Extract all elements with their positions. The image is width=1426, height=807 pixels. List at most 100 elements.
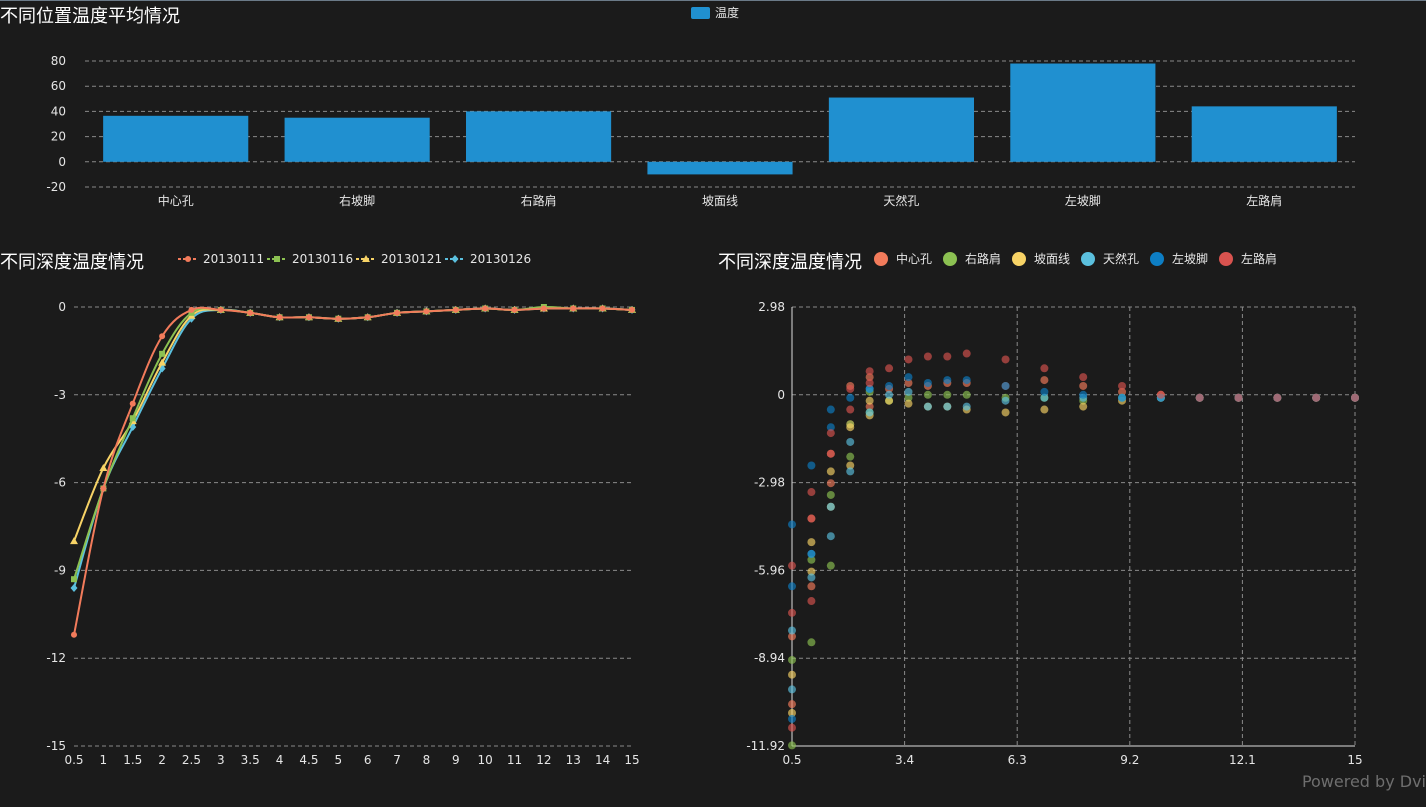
scatter-point [943, 402, 952, 411]
scatter-point [807, 638, 816, 647]
scatter-point [1156, 390, 1165, 399]
scatter-point [1001, 408, 1010, 417]
scatter-point [826, 532, 835, 541]
scatter-point [1118, 393, 1127, 402]
scatter-point [846, 437, 855, 446]
scatter-point [1079, 373, 1088, 382]
scatter-point [962, 349, 971, 358]
x-tick-label: 12.1 [1229, 753, 1256, 767]
scatter-point [846, 384, 855, 393]
scatter-point [1351, 393, 1359, 402]
scatter-point [1001, 381, 1010, 390]
scatter-point [788, 582, 796, 591]
scatter-point [846, 393, 855, 402]
scatter-point [788, 561, 796, 570]
scatter-point [904, 387, 913, 396]
scatter-point [826, 479, 835, 488]
scatter-point [865, 396, 874, 405]
legend-marker [1081, 252, 1095, 266]
scatter-point [962, 376, 971, 385]
scatter-point [788, 670, 796, 679]
scatter-point [923, 390, 932, 399]
scatter-point [1040, 364, 1049, 373]
legend-marker [1219, 252, 1233, 266]
scatter-point [826, 561, 835, 570]
scatter-point [807, 597, 816, 606]
scatter-point [1118, 381, 1127, 390]
y-tick-label: -5.96 [754, 563, 785, 577]
scatter-point [826, 467, 835, 476]
scatter-point [788, 626, 796, 635]
scatter-point [943, 376, 952, 385]
scatter-point [1040, 376, 1049, 385]
scatter-point [1079, 402, 1088, 411]
scatter-point [1040, 405, 1049, 414]
scatter-point [807, 582, 816, 591]
y-tick-label: 2.98 [758, 300, 785, 314]
x-tick-label: 3.4 [895, 753, 914, 767]
scatter-point [962, 402, 971, 411]
scatter-point [807, 549, 816, 558]
scatter-point [865, 408, 874, 417]
legend-marker [874, 252, 888, 266]
scatter-point [826, 429, 835, 438]
scatter-point [885, 381, 894, 390]
scatter-point [788, 700, 796, 709]
scatter-point [923, 402, 932, 411]
y-tick-label: -11.92 [746, 739, 785, 753]
scatter-point [788, 723, 796, 732]
scatter-point [1001, 396, 1010, 405]
x-tick-label: 15 [1347, 753, 1362, 767]
scatter-point [807, 461, 816, 470]
scatter-point [904, 399, 913, 408]
scatter-point [943, 390, 952, 399]
scatter-point [865, 379, 874, 388]
scatter-point [846, 452, 855, 461]
scatter-point [865, 367, 874, 376]
legend-label: 右路肩 [965, 251, 1001, 266]
x-tick-label: 9.2 [1120, 753, 1139, 767]
scatter-point [962, 390, 971, 399]
scatter-point [826, 449, 835, 458]
scatter-point [846, 467, 855, 476]
scatter-point [1234, 393, 1243, 402]
scatter-point [904, 355, 913, 364]
scatter-point [1040, 387, 1049, 396]
scatter-point [826, 405, 835, 414]
scatter-point [788, 685, 796, 694]
scatter-point [788, 520, 796, 529]
legend-label: 左坡脚 [1172, 251, 1208, 266]
y-tick-label: -2.98 [754, 476, 785, 490]
scatter-point [846, 405, 855, 414]
scatter-chart: -11.92 -8.94 -5.96 -2.98 0 2.98 0.5 3.4 6.3 9.2 12… [746, 251, 1362, 767]
scatter-point [826, 490, 835, 499]
legend-marker [1150, 252, 1164, 266]
scatter-point [1273, 393, 1282, 402]
scatter-point [923, 352, 932, 361]
scatter-point [885, 364, 894, 373]
scatter-point [826, 502, 835, 511]
legend-marker [1012, 252, 1026, 266]
y-tick-label: -8.94 [754, 651, 785, 665]
scatter-point [788, 714, 796, 723]
scatter-point [1079, 381, 1088, 390]
scatter-point [923, 379, 932, 388]
scatter-point [885, 390, 894, 399]
legend-label: 坡面线 [1034, 252, 1070, 266]
scatter-point [1195, 393, 1204, 402]
scatter-point [807, 488, 816, 497]
legend-label: 左路肩 [1241, 251, 1277, 266]
x-tick-label: 6.3 [1008, 753, 1027, 767]
scatter-point [904, 373, 913, 382]
scatter-point [788, 741, 796, 750]
scatter-point [807, 514, 816, 523]
legend-label: 中心孔 [896, 251, 932, 266]
legend-marker [943, 252, 957, 266]
scatter-point [1312, 393, 1321, 402]
scatter-point [1001, 355, 1010, 364]
scatter-point [807, 538, 816, 547]
scatter-point [1079, 390, 1088, 399]
scatter-point [943, 352, 952, 361]
scatter-point [788, 655, 796, 664]
scatter-point [788, 608, 796, 617]
